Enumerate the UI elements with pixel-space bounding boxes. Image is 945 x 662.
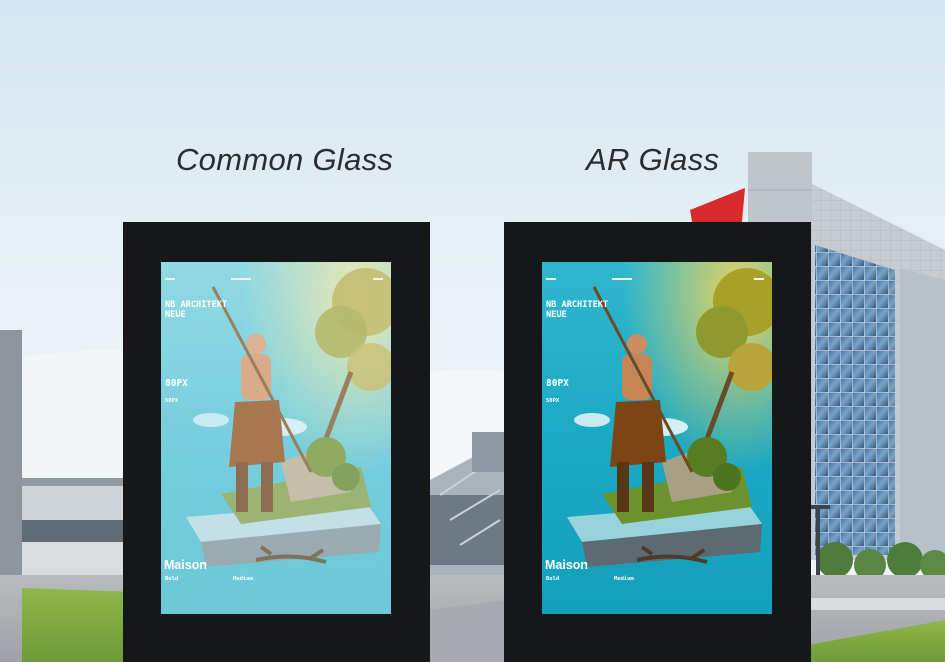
poster-headline: NB ARCHITEKT NEUE <box>165 300 228 320</box>
poster-brand: Maison <box>545 558 589 572</box>
poster-weight-medium: Medium <box>233 576 253 582</box>
poster-size-large: 80PX <box>165 378 188 389</box>
poster-headline: NB ARCHITEKT NEUE <box>546 300 609 320</box>
ar-glass-screen: NB ARCHITEKT NEUE 80PX 50PX Maison Bold … <box>542 262 772 614</box>
common-glass-kiosk: NB ARCHITEKT NEUE 80PX 50PX Maison Bold … <box>123 222 430 662</box>
common-glass-caption: Common Glass <box>176 142 394 177</box>
poster-weight-medium: Medium <box>614 576 634 582</box>
poster-weight-bold: Bold <box>546 576 560 582</box>
poster-size-small: 50PX <box>165 398 179 404</box>
comparison-scene: Common Glass AR Glass NB ARCHITEKT NEUE … <box>0 0 945 662</box>
poster-size-large: 80PX <box>546 378 569 389</box>
poster-weight-bold: Bold <box>165 576 179 582</box>
poster-size-small: 50PX <box>546 398 560 404</box>
ar-glass-caption: AR Glass <box>586 142 720 177</box>
common-glass-screen: NB ARCHITEKT NEUE 80PX 50PX Maison Bold … <box>161 262 391 614</box>
poster-brand: Maison <box>164 558 208 572</box>
ar-glass-kiosk: NB ARCHITEKT NEUE 80PX 50PX Maison Bold … <box>504 222 811 662</box>
